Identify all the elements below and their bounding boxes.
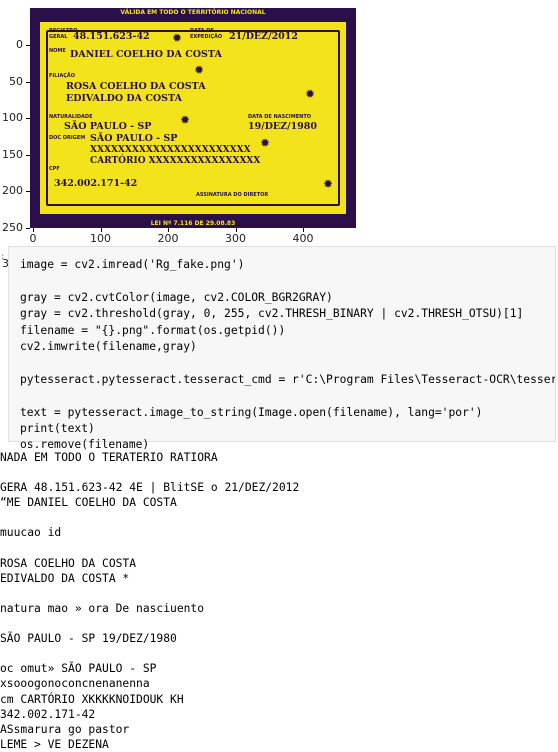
y-tick — [26, 118, 30, 119]
x-tick — [33, 228, 34, 232]
label-naturalidade: NATURALIDADE — [49, 114, 93, 120]
card-body: REGISTRO GERAL 48.151.623-42 DATA DE EXP… — [40, 22, 346, 214]
output-line: muucao id — [0, 526, 62, 540]
gear-seal-icon: ✹ — [323, 177, 334, 191]
x-tick-label: 300 — [225, 232, 246, 245]
code-line: cv2.imwrite(filename,gray) — [20, 339, 197, 353]
matplotlib-figure: VÁLIDA EM TODO O TERRITÓRIO NACIONAL REG… — [0, 0, 360, 269]
label-assinatura: ASSINATURA DO DIRETOR — [196, 192, 269, 198]
output-line: “ME DANIEL COELHO DA COSTA — [0, 496, 177, 510]
card-bottom-banner: LEI Nº 7.116 DE 29.08.83 — [150, 220, 236, 227]
nome-value: DANIEL COELHO DA COSTA — [70, 49, 222, 60]
code-line: text = pytesseract.image_to_string(Image… — [20, 405, 483, 419]
code-line: pytesseract.pytesseract.tesseract_cmd = … — [20, 372, 555, 386]
x-tick-label: 200 — [157, 232, 179, 245]
output-line: 342.002.171-42 — [0, 707, 96, 721]
y-tick-label: 100 — [2, 111, 23, 124]
y-tick-label: 250 — [2, 220, 23, 234]
code-line: gray = cv2.cvtColor(image, cv2.COLOR_BGR… — [20, 290, 333, 304]
label-registro: REGISTRO GERAL — [49, 28, 78, 40]
filiacao-1: ROSA COELHO DA COSTA — [66, 81, 206, 92]
output-line: GERA 48.151.623-42 4E | BlitSE o 21/DEZ/… — [0, 481, 300, 495]
filiacao-2: EDIVALDO DA COSTA — [66, 93, 182, 104]
y-tick — [26, 191, 30, 192]
id-card-image: VÁLIDA EM TODO O TERRITÓRIO NACIONAL REG… — [30, 8, 356, 228]
x-tick — [235, 228, 237, 232]
y-tick-label: 0 — [16, 38, 23, 51]
y-tick-label: 200 — [2, 184, 23, 197]
output-line: LEME > VE DEZENA — [0, 737, 109, 751]
output-line: EDIVALDO DA COSTA * — [0, 571, 130, 585]
y-tick-label: 50 — [9, 74, 23, 88]
data-expedicao-value: 21/DEZ/2012 — [229, 31, 299, 42]
gear-seal-icon: ✹ — [172, 31, 183, 45]
code-line: print(text) — [20, 421, 95, 435]
data-nascimento-value: 19/DEZ/1980 — [248, 121, 318, 132]
x-tick — [100, 228, 102, 232]
x-tick-label: 400 — [292, 232, 314, 245]
gear-seal-icon: ✹ — [180, 113, 191, 127]
label-nome: NOME — [49, 48, 66, 54]
code-cell[interactable]: image = cv2.imread('Rg_fake.png')gray = … — [8, 246, 556, 451]
cpf-value: 342.002.171-42 — [54, 178, 138, 189]
y-tick-label: 150 — [2, 147, 23, 161]
label-data-expedicao: DATA DE EXPEDIÇÃO — [190, 28, 223, 40]
label-doc-origem: DOC ORIGEM — [49, 135, 86, 141]
gear-seal-icon: ✹ — [194, 63, 205, 77]
y-tick — [26, 81, 30, 83]
doc-origem-value: SÃO PAULO - SP — [90, 133, 178, 144]
output-line: cm CARTÓRIO XKKKKNOIDOUK KH — [0, 692, 184, 706]
label-filiacao: FILIAÇÃO — [49, 73, 75, 79]
registro-value: 48.151.623-42 — [73, 31, 150, 42]
code-line: image = cv2.imread('Rg_fake.png') — [20, 258, 245, 271]
label-data-nascimento: DATA DE NASCIMENTO — [248, 114, 311, 120]
y-tick — [26, 154, 30, 156]
x-tick — [303, 228, 304, 232]
output-line: ROSA COELHO DA COSTA — [0, 556, 137, 570]
gear-seal-icon: ✹ — [305, 87, 316, 101]
x-tick — [168, 228, 169, 232]
code-editor[interactable]: image = cv2.imread('Rg_fake.png')gray = … — [20, 257, 555, 454]
naturalidade-value: SÃO PAULO - SP — [64, 121, 152, 132]
x-tick-label: 100 — [90, 232, 111, 245]
x-tick-label: 0 — [29, 232, 37, 245]
code-line: gray = cv2.threshold(gray, 0, 255, cv2.T… — [20, 307, 524, 321]
doc-line-2: XXXXXXXXXXXXXXXXXXXXXXX — [90, 145, 251, 155]
output-line: natura mao » ora De nasciuento — [0, 601, 205, 615]
doc-line-3: CARTÓRIO XXXXXXXXXXXXXXXX — [90, 156, 261, 166]
gear-seal-icon: ✹ — [260, 136, 271, 150]
output-line: SÃO PAULO - SP 19/DEZ/1980 — [0, 632, 177, 646]
y-tick — [26, 227, 30, 229]
cell-prompt: : — [0, 252, 6, 262]
output-line: oc omut» SÃO PAULO - SP — [0, 662, 157, 676]
label-cpf: CPF — [49, 166, 60, 172]
output-line: xsooogonoconcnenanenna — [0, 677, 150, 691]
y-tick — [26, 45, 30, 46]
cell-output: NADA EM TODO O TERATERIO RATIORA GERA 48.… — [0, 450, 558, 752]
code-line: filename = "{}.png".format(os.getpid()) — [20, 323, 286, 337]
card-top-banner: VÁLIDA EM TODO O TERRITÓRIO NACIONAL — [120, 9, 266, 16]
output-line: NADA EM TODO O TERATERIO RATIORA — [0, 451, 218, 464]
output-line: ASsmarura go pastor — [0, 722, 130, 736]
